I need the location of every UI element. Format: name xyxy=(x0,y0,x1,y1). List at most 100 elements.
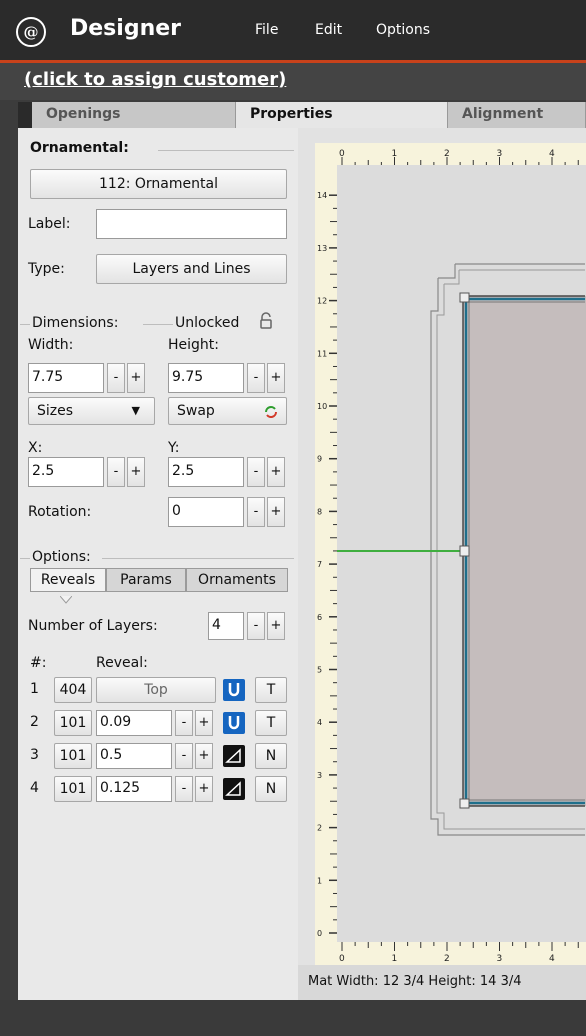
ruler-left-label: 2 xyxy=(317,824,322,833)
menu-options[interactable]: Options xyxy=(376,22,430,38)
reveal-increment-button[interactable]: + xyxy=(195,743,213,769)
ruler-left-label: 4 xyxy=(317,718,322,727)
section-title: Ornamental: xyxy=(30,140,129,156)
label-field-label: Label: xyxy=(28,216,71,232)
rotation-decrement-button[interactable]: - xyxy=(247,497,265,527)
divider xyxy=(102,558,294,559)
layer-code-button[interactable]: 404 xyxy=(54,677,92,703)
ruler-left-label: 8 xyxy=(317,507,322,516)
ruler-left-label: 10 xyxy=(317,402,327,411)
design-canvas[interactable]: 01234 14 13 12 11 10 9 8 7 6 5 4 3 2 1 0 01234 xyxy=(315,143,586,965)
layer-reveal-input[interactable]: 0.5 xyxy=(96,743,172,769)
ruler-top-strip xyxy=(315,143,586,165)
y-increment-button[interactable]: + xyxy=(267,457,285,487)
x-label: X: xyxy=(28,440,43,456)
swap-button-label: Swap xyxy=(177,403,215,419)
layers-decrement-button[interactable]: - xyxy=(247,612,265,640)
tab-alignment[interactable]: Alignment xyxy=(448,102,586,128)
ruler-left-label: 12 xyxy=(317,297,327,306)
layer-reveal-top-button[interactable]: Top xyxy=(96,677,216,703)
app-title: Designer xyxy=(70,16,181,41)
swap-button[interactable]: Swap xyxy=(168,397,287,425)
options-label: Options: xyxy=(32,549,91,565)
tab-strip-edge xyxy=(18,102,32,128)
layer-reveal-input[interactable]: 0.09 xyxy=(96,710,172,736)
rotation-input[interactable]: 0 xyxy=(168,497,244,527)
resize-handle-left-middle[interactable] xyxy=(459,545,470,557)
bevel-45-icon[interactable] xyxy=(223,745,245,767)
properties-panel: Ornamental: 112: Ornamental Label: Type:… xyxy=(18,128,298,1000)
ruler-bottom-label: 0 xyxy=(339,954,345,964)
y-decrement-button[interactable]: - xyxy=(247,457,265,487)
ruler-left-label: 0 xyxy=(317,929,322,938)
y-input[interactable]: 2.5 xyxy=(168,457,244,487)
number-of-layers-input[interactable]: 4 xyxy=(208,612,244,640)
width-decrement-button[interactable]: - xyxy=(107,363,125,393)
layer-flag-button[interactable]: N xyxy=(255,776,287,802)
width-input[interactable]: 7.75 xyxy=(28,363,104,393)
height-decrement-button[interactable]: - xyxy=(247,363,265,393)
ruler-left-strip xyxy=(315,143,337,965)
layer-flag-button[interactable]: T xyxy=(255,677,287,703)
layer-flag-button[interactable]: N xyxy=(255,743,287,769)
reveal-decrement-button[interactable]: - xyxy=(175,743,193,769)
layers-increment-button[interactable]: + xyxy=(267,612,285,640)
rotation-increment-button[interactable]: + xyxy=(267,497,285,527)
chevron-down-icon: ▼ xyxy=(131,404,140,417)
subtab-reveals[interactable]: Reveals xyxy=(30,568,106,592)
cup-icon[interactable] xyxy=(223,712,245,734)
ruler-left-label: 14 xyxy=(317,191,327,200)
reveal-decrement-button[interactable]: - xyxy=(175,776,193,802)
tab-openings[interactable]: Openings xyxy=(32,102,236,128)
width-increment-button[interactable]: + xyxy=(127,363,145,393)
x-input[interactable]: 2.5 xyxy=(28,457,104,487)
height-input[interactable]: 9.75 xyxy=(168,363,244,393)
unlocked-padlock-icon[interactable] xyxy=(259,312,273,330)
subtab-params[interactable]: Params xyxy=(106,568,186,592)
reveal-increment-button[interactable]: + xyxy=(195,710,213,736)
resize-handle-bottom-left[interactable] xyxy=(459,798,470,809)
resize-handle-top-left[interactable] xyxy=(459,292,470,303)
assign-customer-link[interactable]: (click to assign customer) xyxy=(24,69,286,90)
design-drawing: 01234 14131211109876543210 01234 xyxy=(315,143,586,965)
label-input[interactable] xyxy=(96,209,287,239)
layer-reveal-input[interactable]: 0.125 xyxy=(96,776,172,802)
app-logo-icon: @ xyxy=(16,17,46,47)
layer-code-button[interactable]: 101 xyxy=(54,776,92,802)
ruler-bottom-label: 4 xyxy=(549,954,555,964)
layer-code-button[interactable]: 101 xyxy=(54,743,92,769)
layer-flag-button[interactable]: T xyxy=(255,710,287,736)
layer-code-button[interactable]: 101 xyxy=(54,710,92,736)
menu-file[interactable]: File xyxy=(255,22,278,38)
layer-number: 1 xyxy=(30,681,39,697)
ruler-left-label: 6 xyxy=(317,613,322,622)
tab-properties[interactable]: Properties xyxy=(236,102,448,128)
ornamental-item-button[interactable]: 112: Ornamental xyxy=(30,169,287,199)
height-increment-button[interactable]: + xyxy=(267,363,285,393)
layer-row: 2 101 0.09 - + T xyxy=(18,708,298,738)
x-decrement-button[interactable]: - xyxy=(107,457,125,487)
bevel-45-icon[interactable] xyxy=(223,778,245,800)
layer-number: 4 xyxy=(30,780,39,796)
reveal-increment-button[interactable]: + xyxy=(195,776,213,802)
layer-row: 1 404 Top T xyxy=(18,675,298,705)
type-label: Type: xyxy=(28,261,65,277)
menu-edit[interactable]: Edit xyxy=(315,22,342,38)
status-text: Mat Width: 12 3/4 Height: 14 3/4 xyxy=(298,965,586,1000)
reveal-decrement-button[interactable]: - xyxy=(175,710,193,736)
cup-icon[interactable] xyxy=(223,679,245,701)
subtab-ornaments[interactable]: Ornaments xyxy=(186,568,288,592)
ruler-bottom-label: 1 xyxy=(392,954,398,964)
sizes-dropdown-label: Sizes xyxy=(37,403,74,419)
type-button[interactable]: Layers and Lines xyxy=(96,254,287,284)
ruler-bottom: 0 1 2 3 4 xyxy=(315,942,586,965)
customer-bar: (click to assign customer) xyxy=(0,63,586,100)
x-increment-button[interactable]: + xyxy=(127,457,145,487)
ruler-left: 14131211109876543210 xyxy=(315,143,337,965)
ruler-left-label: 3 xyxy=(317,771,322,780)
dimensions-label: Dimensions: xyxy=(32,315,119,331)
opening-fill xyxy=(463,296,586,806)
column-number-label: #: xyxy=(30,655,47,671)
subtab-pointer-icon xyxy=(59,593,73,604)
sizes-dropdown[interactable]: Sizes ▼ xyxy=(28,397,155,425)
